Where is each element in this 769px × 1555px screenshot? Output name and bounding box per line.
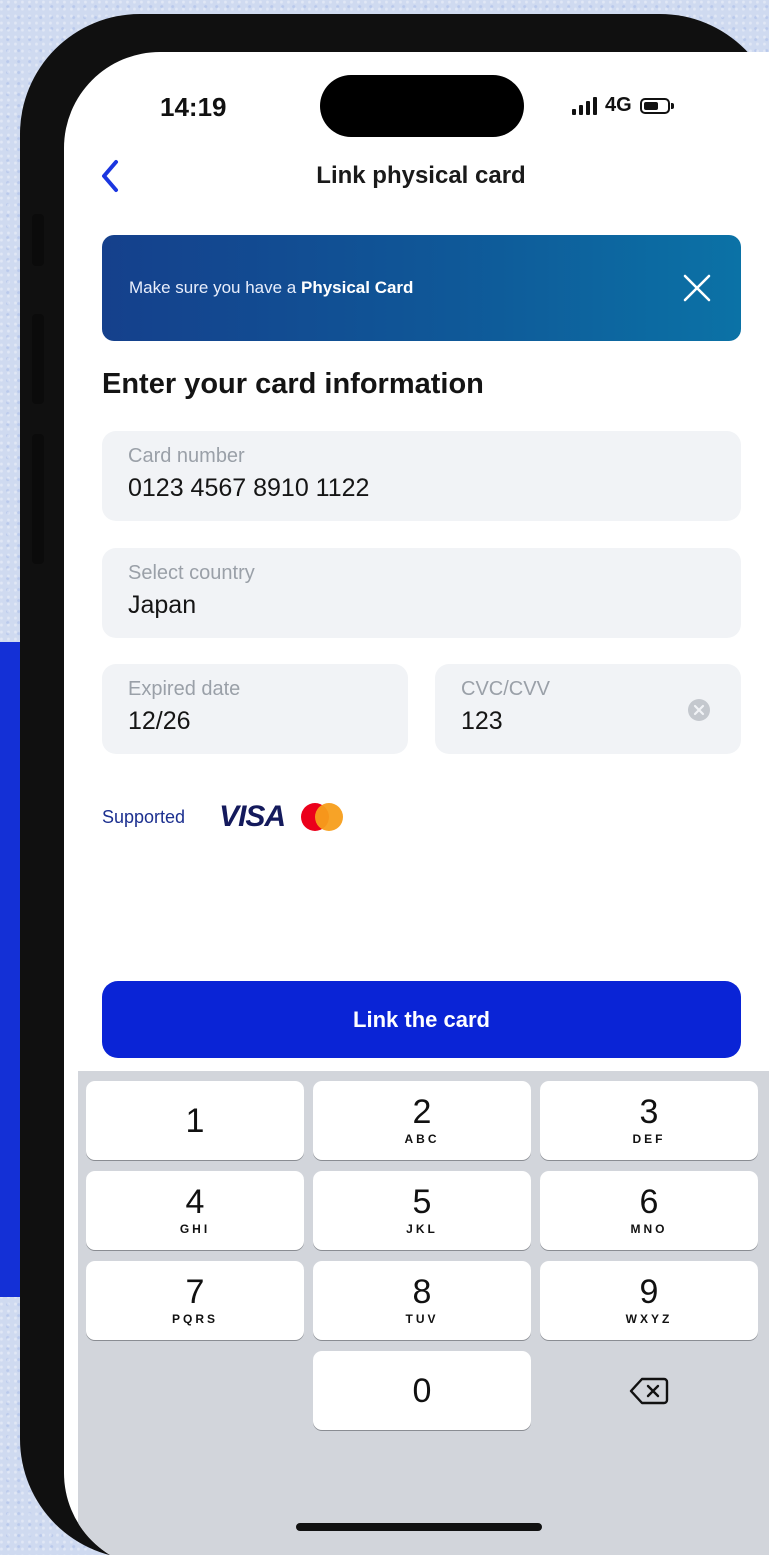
key-2[interactable]: 2 ABC bbox=[313, 1081, 531, 1160]
clear-cvc-button[interactable] bbox=[687, 698, 711, 722]
cvc-field[interactable]: CVC/CVV 123 bbox=[435, 664, 741, 754]
backspace-icon bbox=[629, 1377, 669, 1404]
signal-icon bbox=[572, 96, 597, 115]
supported-label: Supported bbox=[102, 806, 186, 827]
dynamic-island bbox=[320, 75, 524, 137]
card-number-label: Card number bbox=[128, 445, 245, 467]
card-number-field[interactable]: Card number 0123 4567 8910 1122 bbox=[102, 431, 741, 521]
battery-icon bbox=[639, 97, 674, 114]
key-9[interactable]: 9 WXYZ bbox=[540, 1261, 758, 1340]
info-banner: Make sure you have a Physical Card bbox=[102, 235, 741, 341]
banner-close-button[interactable] bbox=[681, 272, 713, 304]
expiry-date-value: 12/26 bbox=[128, 707, 191, 735]
mastercard-logo bbox=[301, 803, 344, 831]
status-indicators: 4G bbox=[572, 94, 674, 117]
phone-volume-down-button bbox=[32, 434, 44, 564]
key-5[interactable]: 5 JKL bbox=[313, 1171, 531, 1250]
phone-side-button bbox=[32, 214, 44, 266]
key-3[interactable]: 3 DEF bbox=[540, 1081, 758, 1160]
key-0[interactable]: 0 bbox=[313, 1351, 531, 1430]
key-1[interactable]: 1 bbox=[86, 1081, 304, 1160]
link-card-button[interactable]: Link the card bbox=[102, 981, 741, 1058]
banner-text: Make sure you have a Physical Card bbox=[129, 278, 414, 297]
home-indicator bbox=[296, 1523, 542, 1531]
key-4[interactable]: 4 GHI bbox=[86, 1171, 304, 1250]
expiry-date-field[interactable]: Expired date 12/26 bbox=[102, 664, 408, 754]
cvc-value: 123 bbox=[461, 707, 503, 735]
clear-icon bbox=[688, 699, 710, 721]
delete-key[interactable] bbox=[540, 1351, 758, 1430]
key-6[interactable]: 6 MNO bbox=[540, 1171, 758, 1250]
network-label: 4G bbox=[605, 94, 632, 116]
phone-volume-up-button bbox=[32, 314, 44, 404]
country-label: Select country bbox=[128, 562, 255, 584]
supported-cards: Supported VISA bbox=[102, 800, 344, 834]
phone-screen: 14:19 4G Link physical card Make sure yo… bbox=[64, 52, 769, 1555]
close-icon bbox=[683, 274, 711, 302]
section-title: Enter your card information bbox=[102, 368, 484, 400]
visa-logo: VISA bbox=[219, 800, 286, 833]
key-8[interactable]: 8 TUV bbox=[313, 1261, 531, 1340]
numeric-keypad: 1 2 ABC 3 DEF 4 GHI 5 JKL 6 MNO 7 PQRS 8… bbox=[78, 1071, 769, 1555]
country-value: Japan bbox=[128, 591, 197, 619]
key-7[interactable]: 7 PQRS bbox=[86, 1261, 304, 1340]
card-number-value: 0123 4567 8910 1122 bbox=[128, 474, 370, 502]
status-time: 14:19 bbox=[160, 92, 227, 122]
phone-frame: 14:19 4G Link physical card Make sure yo… bbox=[20, 14, 769, 1555]
page-title: Link physical card bbox=[316, 162, 526, 189]
expiry-date-label: Expired date bbox=[128, 678, 241, 700]
cvc-label: CVC/CVV bbox=[461, 678, 550, 700]
country-select[interactable]: Select country Japan bbox=[102, 548, 741, 638]
